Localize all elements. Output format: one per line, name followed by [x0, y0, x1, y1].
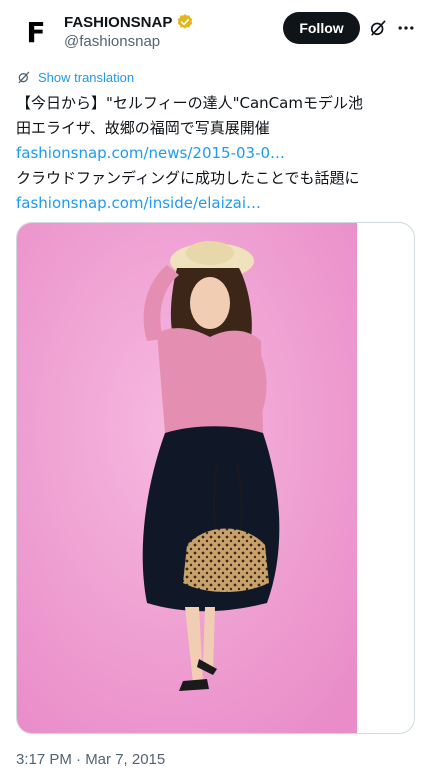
display-name[interactable]: FASHIONSNAP	[64, 14, 172, 31]
tweet-link-inside[interactable]: fashionsnap.com/inside/elaizai…	[16, 191, 416, 216]
more-icon[interactable]	[396, 18, 416, 38]
tweet-link-news[interactable]: fashionsnap.com/news/2015-03-0…	[16, 141, 416, 166]
tweet-text-line: クラウドファンディングに成功したことでも話題に	[16, 169, 360, 187]
follow-button[interactable]: Follow	[283, 12, 360, 44]
show-translation[interactable]: Show translation	[16, 69, 134, 85]
media-photo[interactable]	[17, 223, 357, 733]
avatar[interactable]: F	[16, 12, 56, 52]
show-translation-label[interactable]: Show translation	[38, 70, 134, 85]
tweet-media[interactable]	[16, 222, 415, 734]
translate-icon	[18, 71, 30, 83]
gold-check-badge-icon	[178, 14, 193, 29]
tweet-text: 【今日から】"セルフィーの達人"CanCamモデル池 田エライザ、故郷の福岡で写…	[16, 91, 416, 216]
grok-icon[interactable]	[368, 18, 388, 38]
tweet-header: F FASHIONSNAP @fashionsnap Follow	[0, 0, 430, 62]
name-row: FASHIONSNAP	[64, 13, 194, 31]
tweet-text-line: 田エライザ、故郷の福岡で写真展開催	[16, 119, 270, 137]
handle[interactable]: @fashionsnap	[64, 33, 160, 50]
tweet-timestamp[interactable]: 3:17 PM · Mar 7, 2015	[16, 751, 165, 768]
tweet-text-line: 【今日から】"セルフィーの達人"CanCamモデル池	[16, 94, 363, 112]
